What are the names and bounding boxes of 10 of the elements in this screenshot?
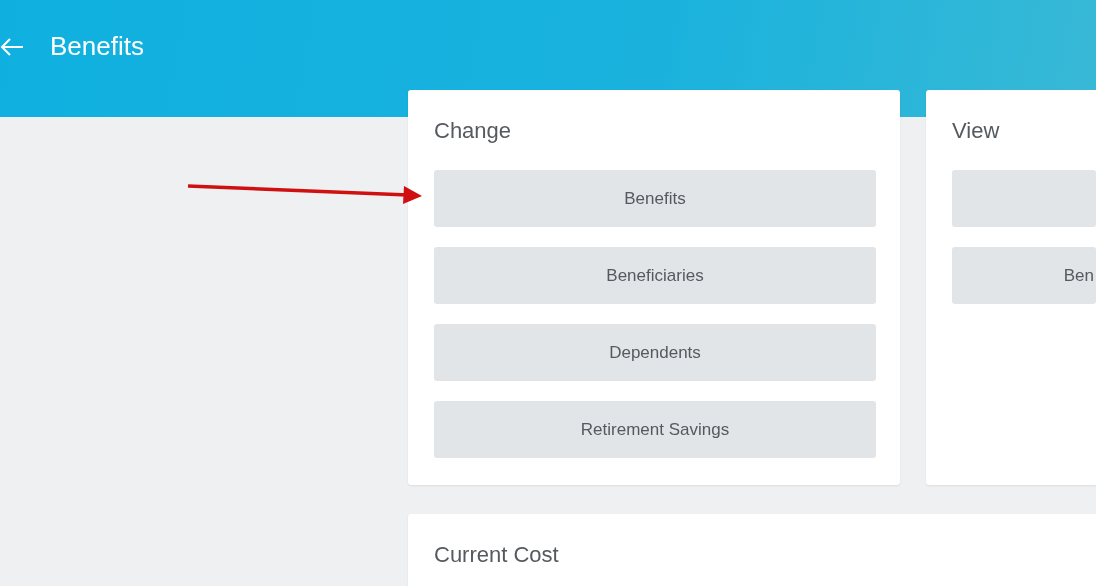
- menu-button[interactable]: Beneficiaries: [434, 247, 876, 304]
- card-title: Change: [434, 117, 513, 145]
- menu-button[interactable]: Dependents: [434, 324, 876, 381]
- menu-button[interactable]: Retirement Savings: [434, 401, 876, 458]
- menu-button[interactable]: Ben: [952, 247, 1096, 304]
- card-title: View: [952, 117, 1001, 145]
- card-title: Current Cost: [434, 541, 560, 569]
- menu-button[interactable]: Benefits: [434, 170, 876, 227]
- page-title: Benefits: [50, 31, 144, 62]
- back-arrow-icon[interactable]: [0, 37, 24, 56]
